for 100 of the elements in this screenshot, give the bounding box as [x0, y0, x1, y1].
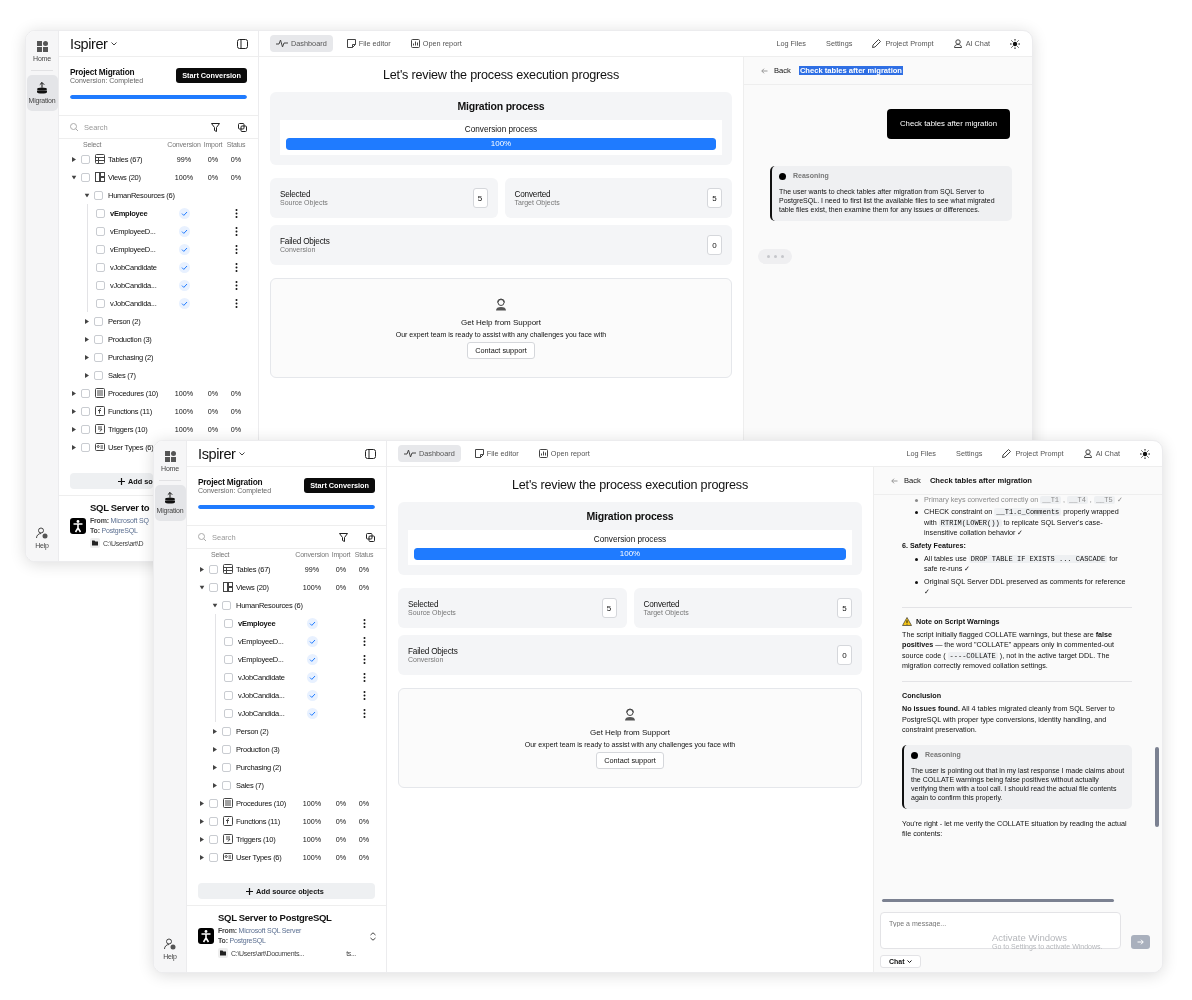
caret-icon [72, 444, 76, 450]
dot-icon [779, 173, 786, 181]
user-clock-icon [164, 938, 176, 950]
checkbox[interactable] [224, 654, 233, 664]
checkbox[interactable] [224, 618, 233, 628]
checkbox[interactable] [209, 852, 218, 862]
checkbox[interactable] [222, 744, 231, 754]
caret-icon [906, 960, 912, 963]
support-title: Get Help from Support [460, 317, 541, 327]
grid-icon [36, 41, 48, 52]
progress-label: Conversion process [592, 535, 668, 544]
bullet-icon [915, 499, 918, 502]
sun-icon [1140, 448, 1150, 459]
typing-indicator [758, 248, 792, 264]
checkbox[interactable] [222, 726, 231, 736]
stat-title: Converted [514, 190, 552, 199]
bullet-icon [915, 558, 918, 562]
bullet-icon [915, 511, 918, 515]
checkbox[interactable] [81, 442, 90, 452]
caret-icon [85, 372, 89, 378]
stat-value: 5 [707, 188, 722, 208]
list-icon [223, 798, 233, 808]
caret-icon [72, 426, 76, 432]
caret-icon [213, 746, 217, 752]
checkbox[interactable] [94, 316, 103, 326]
checkbox[interactable] [209, 816, 218, 826]
checkbox[interactable] [209, 564, 218, 574]
send-button[interactable] [1131, 935, 1150, 949]
checkbox[interactable] [81, 172, 90, 182]
checkbox[interactable] [224, 690, 233, 700]
checkbox[interactable] [81, 154, 90, 164]
checkbox[interactable] [209, 582, 218, 592]
user-clock-icon [36, 527, 48, 539]
checkbox[interactable] [96, 262, 105, 272]
copy-icon [366, 532, 375, 542]
caret-icon [238, 451, 245, 456]
stat-title: Selected [408, 600, 440, 609]
checkbox[interactable] [81, 388, 90, 398]
scrollbar[interactable] [1155, 747, 1159, 827]
checkbox[interactable] [94, 352, 103, 362]
stat-title: Selected [280, 190, 312, 199]
more-icon [234, 298, 238, 308]
checkbox[interactable] [224, 708, 233, 718]
checkbox[interactable] [96, 298, 105, 308]
checkbox[interactable] [81, 424, 90, 434]
project-title: Project Migration [70, 67, 136, 77]
sidebar-toggle-icon [237, 38, 248, 49]
checkbox[interactable] [222, 780, 231, 790]
checkbox[interactable] [94, 190, 103, 200]
user-icon [953, 39, 962, 48]
checkbox[interactable] [96, 244, 105, 254]
checkbox[interactable] [94, 370, 103, 380]
checkbox[interactable] [222, 762, 231, 772]
checkbox[interactable] [81, 406, 90, 416]
checkbox[interactable] [224, 672, 233, 682]
caret-icon [85, 318, 89, 324]
warning-icon [902, 617, 912, 627]
scrollbar[interactable] [882, 898, 1114, 902]
more-icon [362, 672, 366, 682]
card-title: Migration process [456, 100, 546, 112]
checkbox[interactable] [209, 834, 218, 844]
id-card-icon [95, 442, 105, 452]
layout-icon [223, 582, 233, 592]
more-icon [234, 262, 238, 272]
brand-menu[interactable]: Ispirer [198, 445, 245, 462]
more-icon [362, 690, 366, 700]
folder-icon [218, 948, 228, 958]
filter-icon [211, 122, 220, 132]
upload-icon [36, 82, 48, 94]
checkbox[interactable] [222, 600, 231, 610]
project-title: Project Migration [198, 477, 264, 487]
brand-menu[interactable]: Ispirer [70, 35, 117, 52]
watermark-title: Activate Windows [992, 932, 1068, 943]
user-icon [1083, 449, 1092, 458]
stat-value: 5 [472, 188, 488, 208]
connection-title: SQL Server to [90, 502, 150, 513]
note-icon [346, 39, 356, 48]
caret-icon [72, 408, 76, 414]
chevron-up-down-icon[interactable] [370, 931, 376, 941]
copy-icon [238, 122, 247, 132]
stat-value: 0 [837, 645, 852, 665]
caret-icon [85, 354, 89, 360]
checkbox[interactable] [224, 636, 233, 646]
caret-icon [213, 764, 217, 770]
checkbox[interactable] [94, 334, 103, 344]
checkbox[interactable] [209, 798, 218, 808]
card-title: Migration process [585, 510, 675, 522]
checkbox[interactable] [96, 208, 105, 218]
arrow-left-icon [891, 477, 898, 484]
arrow-right-icon [1137, 939, 1144, 945]
more-icon [362, 636, 366, 646]
table-icon [223, 564, 233, 574]
id-card-icon [223, 852, 233, 862]
checkbox[interactable] [96, 280, 105, 290]
checkbox[interactable] [96, 226, 105, 236]
progress-value: 100% [618, 548, 642, 560]
caret-icon [84, 193, 90, 197]
note-icon [474, 449, 484, 458]
chart-icon [410, 39, 420, 48]
support-agent-icon [495, 297, 507, 311]
